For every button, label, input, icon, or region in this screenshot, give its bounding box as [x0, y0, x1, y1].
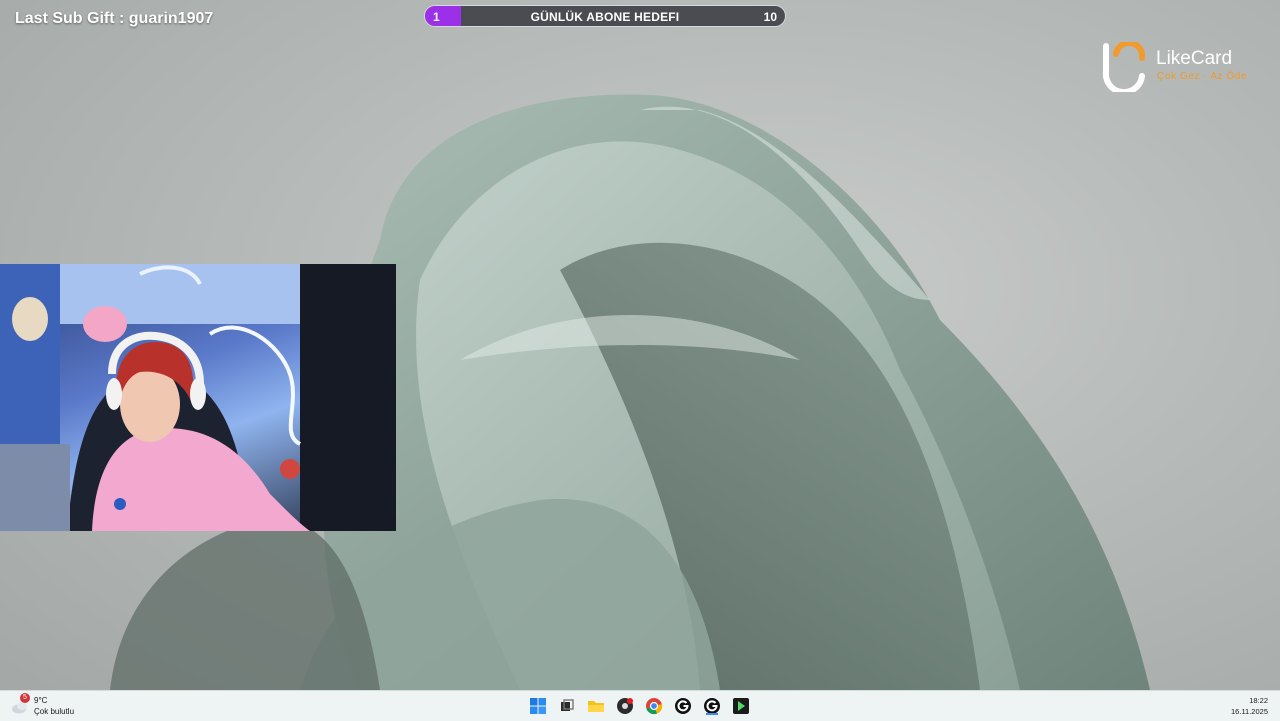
- last-sub-gift: Last Sub Gift : guarin1907: [15, 10, 213, 28]
- weather-condition: Çok bulutlu: [34, 707, 75, 716]
- logo-slogan: Çok Gez · Az Öde: [1157, 71, 1248, 82]
- subscriber-goal-bar: 1 GÜNLÜK ABONE HEDEFI 10: [424, 5, 786, 27]
- likecard-logo-mark: [1102, 39, 1146, 96]
- taskbar-app-icons: [526, 694, 753, 718]
- weather-alert-badge: 5: [20, 693, 30, 703]
- likecard-logo: LikeCard Çok Gez · Az Öde: [1100, 39, 1260, 96]
- file-explorer-icon[interactable]: [584, 694, 608, 718]
- last-sub-user: guarin1907: [128, 10, 214, 27]
- webcam-feed: [0, 264, 396, 531]
- weather-temperature: 9°C: [34, 696, 48, 705]
- taskbar: 5 9°C Çok bulutlu 18:22 16.11.2025: [0, 690, 1280, 721]
- system-clock[interactable]: 18:22 16.11.2025: [1231, 695, 1268, 717]
- task-view-icon[interactable]: [555, 694, 579, 718]
- clock-time: 18:22: [1249, 696, 1268, 705]
- last-sub-label: Last Sub Gift :: [15, 10, 129, 27]
- logo-name: LikeCard: [1156, 48, 1233, 69]
- logitech-g-icon[interactable]: [671, 694, 695, 718]
- streamer-camera-image: [0, 264, 396, 531]
- goal-target-count: 10: [763, 10, 777, 24]
- start-icon[interactable]: [526, 694, 550, 718]
- stream-app-icon[interactable]: [729, 694, 753, 718]
- clock-date: 16.11.2025: [1231, 707, 1268, 716]
- obs-icon[interactable]: [613, 694, 637, 718]
- logitech-g-hub-icon[interactable]: [700, 694, 724, 718]
- chrome-icon[interactable]: [642, 694, 666, 718]
- goal-title: GÜNLÜK ABONE HEDEFI: [530, 10, 680, 24]
